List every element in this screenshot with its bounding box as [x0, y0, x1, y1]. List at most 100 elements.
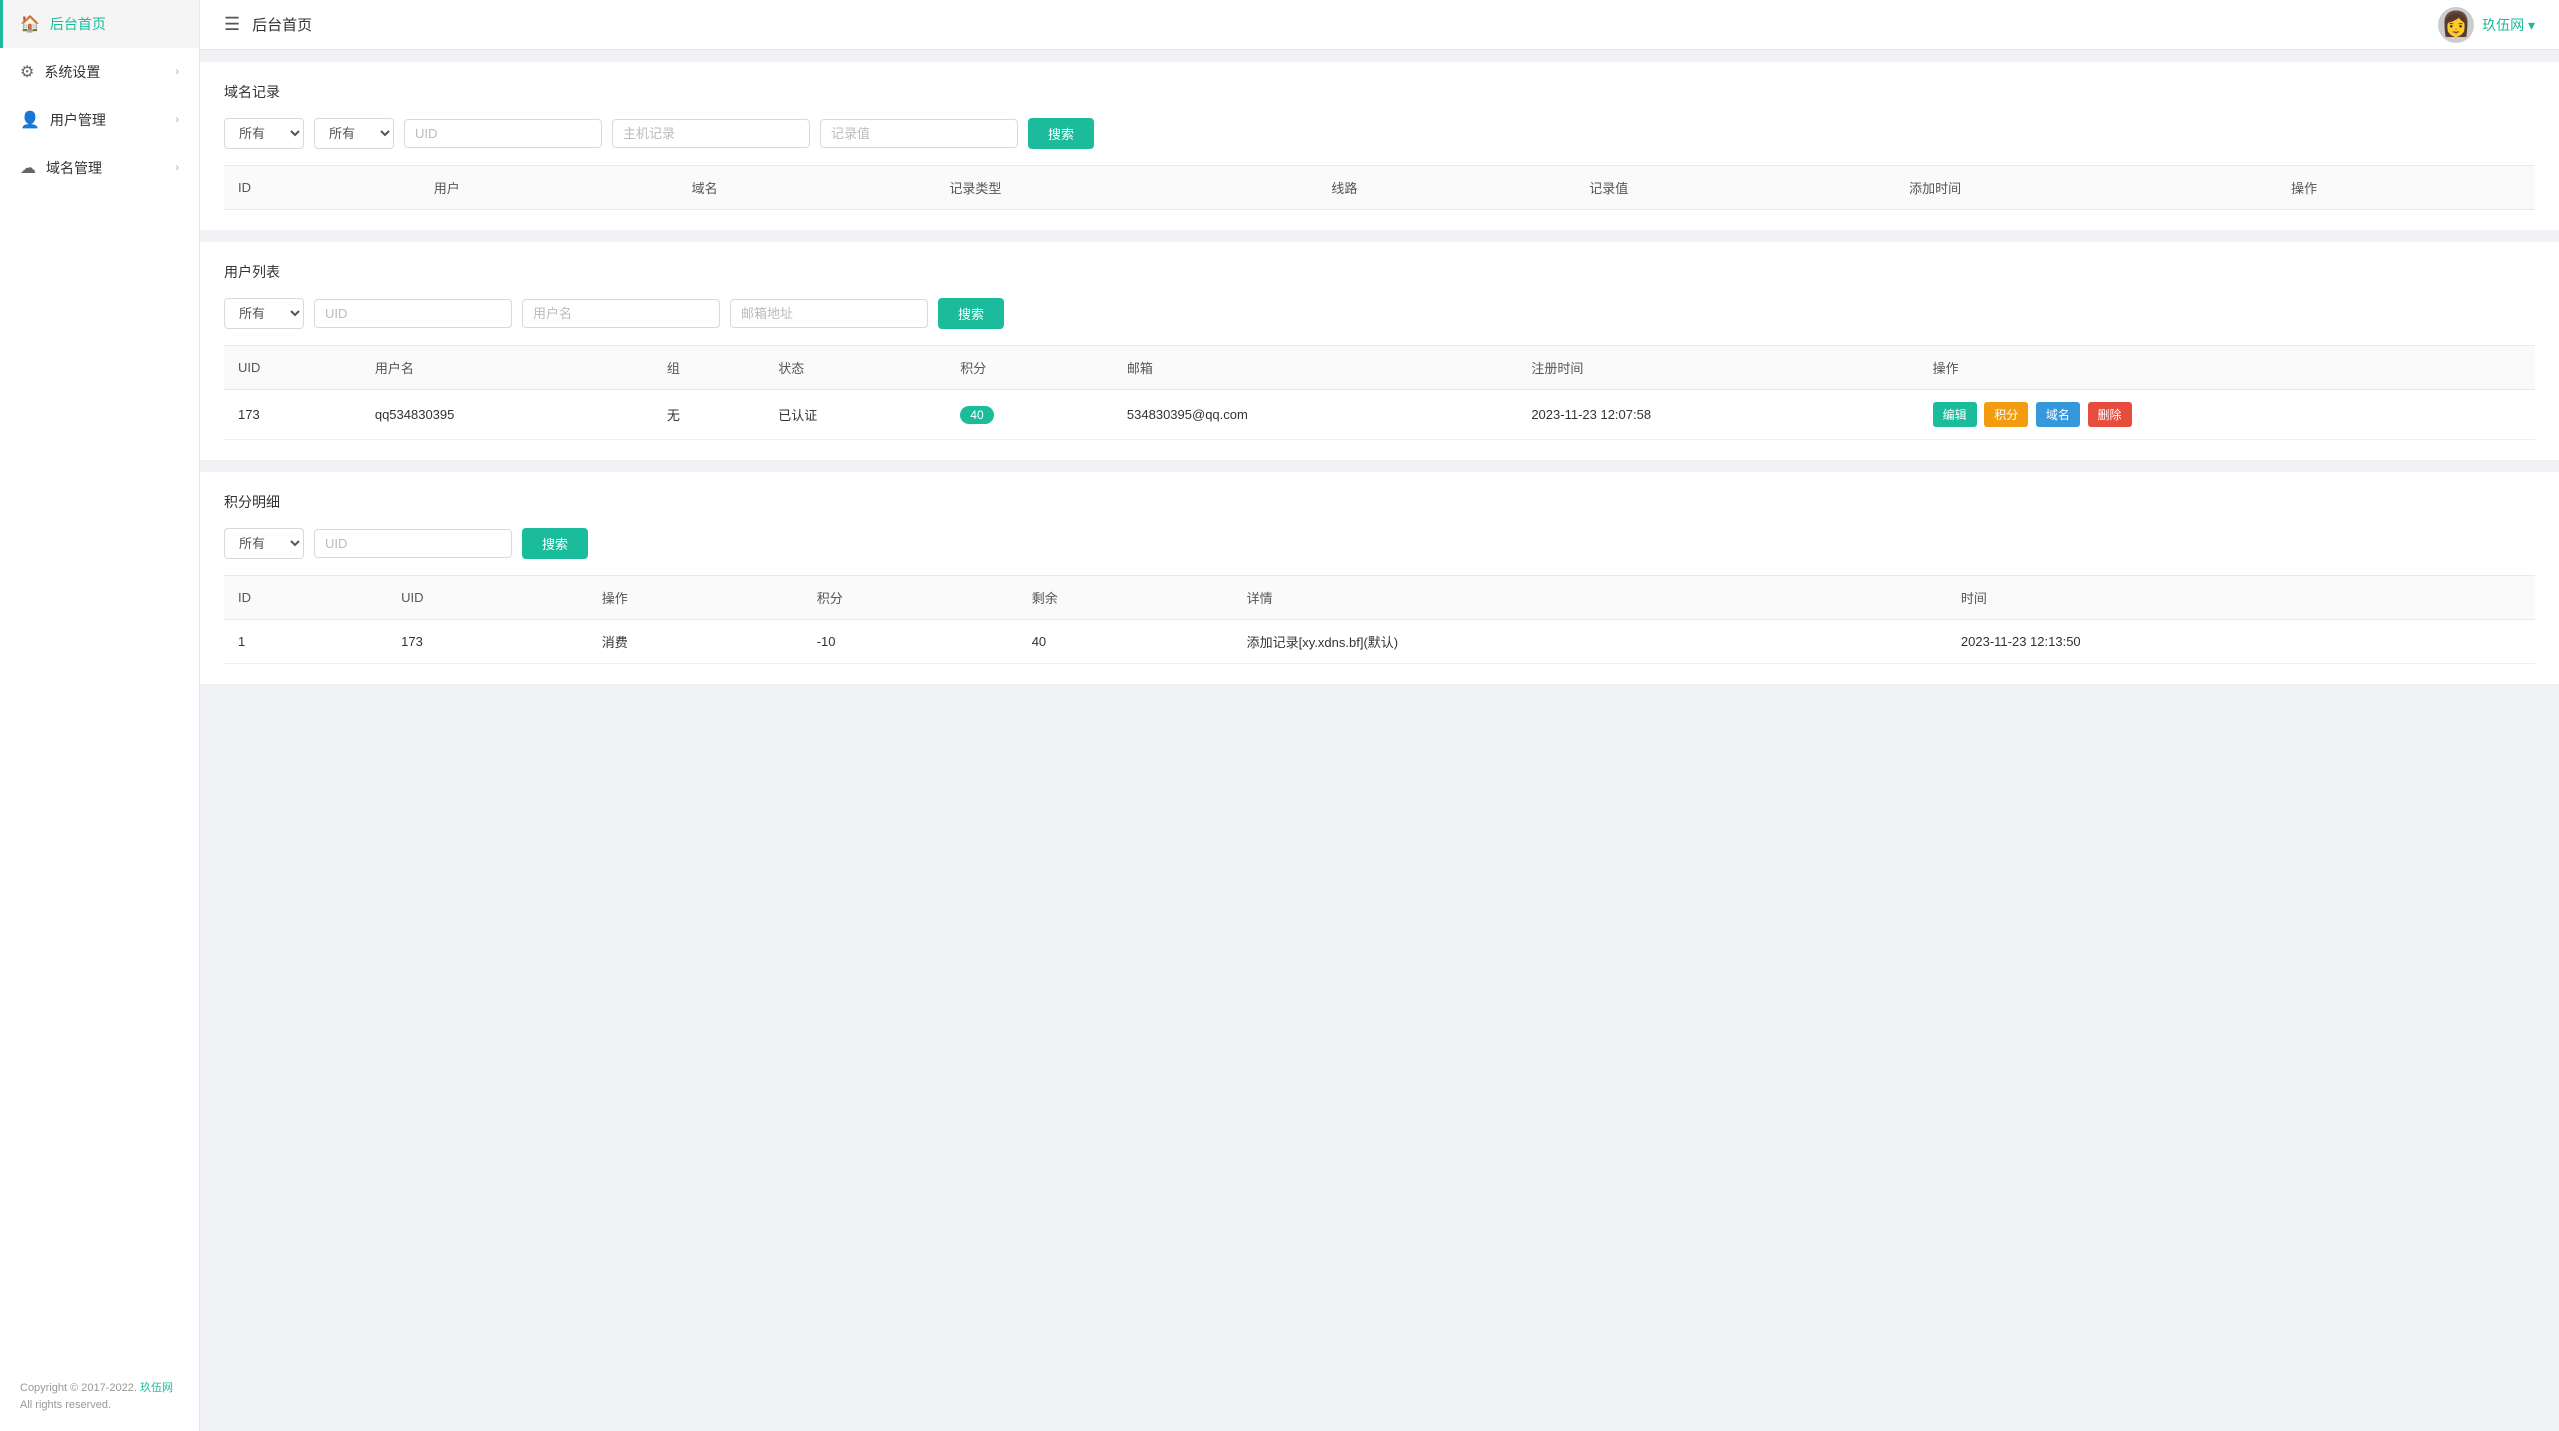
sidebar-item-home[interactable]: 🏠 后台首页: [0, 0, 199, 48]
user-email-input[interactable]: [730, 299, 928, 328]
domain-button[interactable]: 域名: [2036, 402, 2080, 427]
home-icon: 🏠: [20, 14, 40, 34]
table-row: 1 173 消费 -10 40 添加记录[xy.xdns.bf](默认) 202…: [224, 620, 2535, 664]
user-col-group: 组: [653, 346, 764, 390]
user-filter-row: 所有 搜索: [224, 298, 2535, 329]
user-list-section: 用户列表 所有 搜索 UID 用户名 组 状态 积分: [200, 242, 2559, 460]
score-detail-table: ID UID 操作 积分 剩余 详情 时间 1 173 消费 -10: [224, 575, 2535, 664]
col-action: 操作: [2277, 166, 2535, 210]
active-indicator: [0, 0, 3, 48]
col-id: ID: [224, 166, 420, 210]
domain-value-input[interactable]: [820, 119, 1018, 148]
domain-records-section: 域名记录 所有 所有 搜索 ID 用户 域名: [200, 62, 2559, 230]
sidebar-item-user[interactable]: 👤 用户管理 ›: [0, 96, 199, 144]
sidebar-label-user: 用户管理: [50, 110, 106, 130]
domain-host-input[interactable]: [612, 119, 810, 148]
domain-records-title: 域名记录: [224, 82, 2535, 102]
user-col-username: 用户名: [361, 346, 653, 390]
chevron-right-icon-3: ›: [175, 162, 179, 174]
user-icon: 👤: [20, 110, 40, 130]
score-filter-select1[interactable]: 所有: [224, 528, 304, 559]
domain-filter-select1[interactable]: 所有: [224, 118, 304, 149]
sidebar-label-system: 系统设置: [44, 62, 100, 82]
page-title: 后台首页: [252, 14, 312, 35]
col-line: 线路: [1317, 166, 1575, 210]
user-col-email: 邮箱: [1113, 346, 1517, 390]
user-col-status: 状态: [764, 346, 946, 390]
avatar: 👩: [2438, 7, 2474, 43]
user-uid-input[interactable]: [314, 299, 512, 328]
col-add-time: 添加时间: [1895, 166, 2277, 210]
menu-toggle-icon[interactable]: ☰: [224, 14, 240, 35]
user-score-cell: 40: [946, 390, 1113, 440]
user-reg-time-cell: 2023-11-23 12:07:58: [1517, 390, 1918, 440]
score-uid-input[interactable]: [314, 529, 512, 558]
sidebar-label-home: 后台首页: [50, 14, 106, 34]
user-group-cell: 无: [653, 390, 764, 440]
header-right: 👩 玖伍网 ▾: [2438, 7, 2535, 43]
cloud-icon: ☁: [20, 158, 36, 178]
user-action-cell: 编辑 积分 域名 删除: [1919, 390, 2535, 440]
score-filter-row: 所有 搜索: [224, 528, 2535, 559]
content-area: 域名记录 所有 所有 搜索 ID 用户 域名: [200, 50, 2559, 1431]
score-table-body: 1 173 消费 -10 40 添加记录[xy.xdns.bf](默认) 202…: [224, 620, 2535, 664]
user-col-action: 操作: [1919, 346, 2535, 390]
score-badge: 40: [960, 406, 993, 424]
user-list-title: 用户列表: [224, 262, 2535, 282]
main-area: ☰ 后台首页 👩 玖伍网 ▾ 域名记录 所有 所有: [200, 0, 2559, 1431]
score-uid-cell: 173: [387, 620, 588, 664]
col-domain: 域名: [678, 166, 936, 210]
domain-filter-row: 所有 所有 搜索: [224, 118, 2535, 149]
user-col-reg-time: 注册时间: [1517, 346, 1918, 390]
domain-uid-input[interactable]: [404, 119, 602, 148]
delete-button[interactable]: 删除: [2088, 402, 2132, 427]
sidebar-footer: Copyright © 2017-2022. 玖伍网 All rights re…: [0, 1364, 199, 1431]
col-record-value: 记录值: [1575, 166, 1895, 210]
user-status-cell: 已认证: [764, 390, 946, 440]
score-id-cell: 1: [224, 620, 387, 664]
chevron-right-icon-2: ›: [175, 114, 179, 126]
score-button[interactable]: 积分: [1984, 402, 2028, 427]
score-col-score: 积分: [803, 576, 1018, 620]
score-remaining-cell: 40: [1018, 620, 1233, 664]
col-record-type: 记录类型: [935, 166, 1317, 210]
score-search-button[interactable]: 搜索: [522, 528, 588, 559]
user-col-score: 积分: [946, 346, 1113, 390]
user-search-button[interactable]: 搜索: [938, 298, 1004, 329]
sidebar: 🏠 后台首页 ⚙ 系统设置 › 👤 用户管理 › ☁ 域名管理 › Copyri…: [0, 0, 200, 1431]
score-action-cell: 消费: [588, 620, 803, 664]
edit-button[interactable]: 编辑: [1933, 402, 1977, 427]
rights-text: All rights reserved.: [20, 1399, 111, 1411]
score-col-remaining: 剩余: [1018, 576, 1233, 620]
score-table-header: ID UID 操作 积分 剩余 详情 时间: [224, 576, 2535, 620]
avatar-image: 👩: [2441, 10, 2471, 39]
header: ☰ 后台首页 👩 玖伍网 ▾: [200, 0, 2559, 50]
user-uid-cell: 173: [224, 390, 361, 440]
user-table-body: 173 qq534830395 无 已认证 40 534830395@qq.co…: [224, 390, 2535, 440]
domain-search-button[interactable]: 搜索: [1028, 118, 1094, 149]
sidebar-label-domain: 域名管理: [46, 158, 102, 178]
header-left: ☰ 后台首页: [224, 14, 312, 35]
brand-link[interactable]: 玖伍网: [140, 1382, 173, 1394]
user-name-input[interactable]: [522, 299, 720, 328]
user-list-table: UID 用户名 组 状态 积分 邮箱 注册时间 操作 173 qq5348303…: [224, 345, 2535, 440]
score-col-uid: UID: [387, 576, 588, 620]
gear-icon: ⚙: [20, 62, 34, 82]
score-col-detail: 详情: [1233, 576, 1947, 620]
domain-records-table: ID 用户 域名 记录类型 线路 记录值 添加时间 操作: [224, 165, 2535, 210]
domain-filter-select2[interactable]: 所有: [314, 118, 394, 149]
sidebar-item-system[interactable]: ⚙ 系统设置 ›: [0, 48, 199, 96]
score-detail-title: 积分明细: [224, 492, 2535, 512]
user-filter-select1[interactable]: 所有: [224, 298, 304, 329]
score-col-id: ID: [224, 576, 387, 620]
table-row: 173 qq534830395 无 已认证 40 534830395@qq.co…: [224, 390, 2535, 440]
score-time-cell: 2023-11-23 12:13:50: [1947, 620, 2535, 664]
user-table-header: UID 用户名 组 状态 积分 邮箱 注册时间 操作: [224, 346, 2535, 390]
sidebar-item-domain[interactable]: ☁ 域名管理 ›: [0, 144, 199, 192]
user-menu[interactable]: 玖伍网 ▾: [2482, 15, 2535, 35]
score-col-time: 时间: [1947, 576, 2535, 620]
domain-table-header: ID 用户 域名 记录类型 线路 记录值 添加时间 操作: [224, 166, 2535, 210]
col-user: 用户: [420, 166, 678, 210]
user-col-uid: UID: [224, 346, 361, 390]
user-email-cell: 534830395@qq.com: [1113, 390, 1517, 440]
